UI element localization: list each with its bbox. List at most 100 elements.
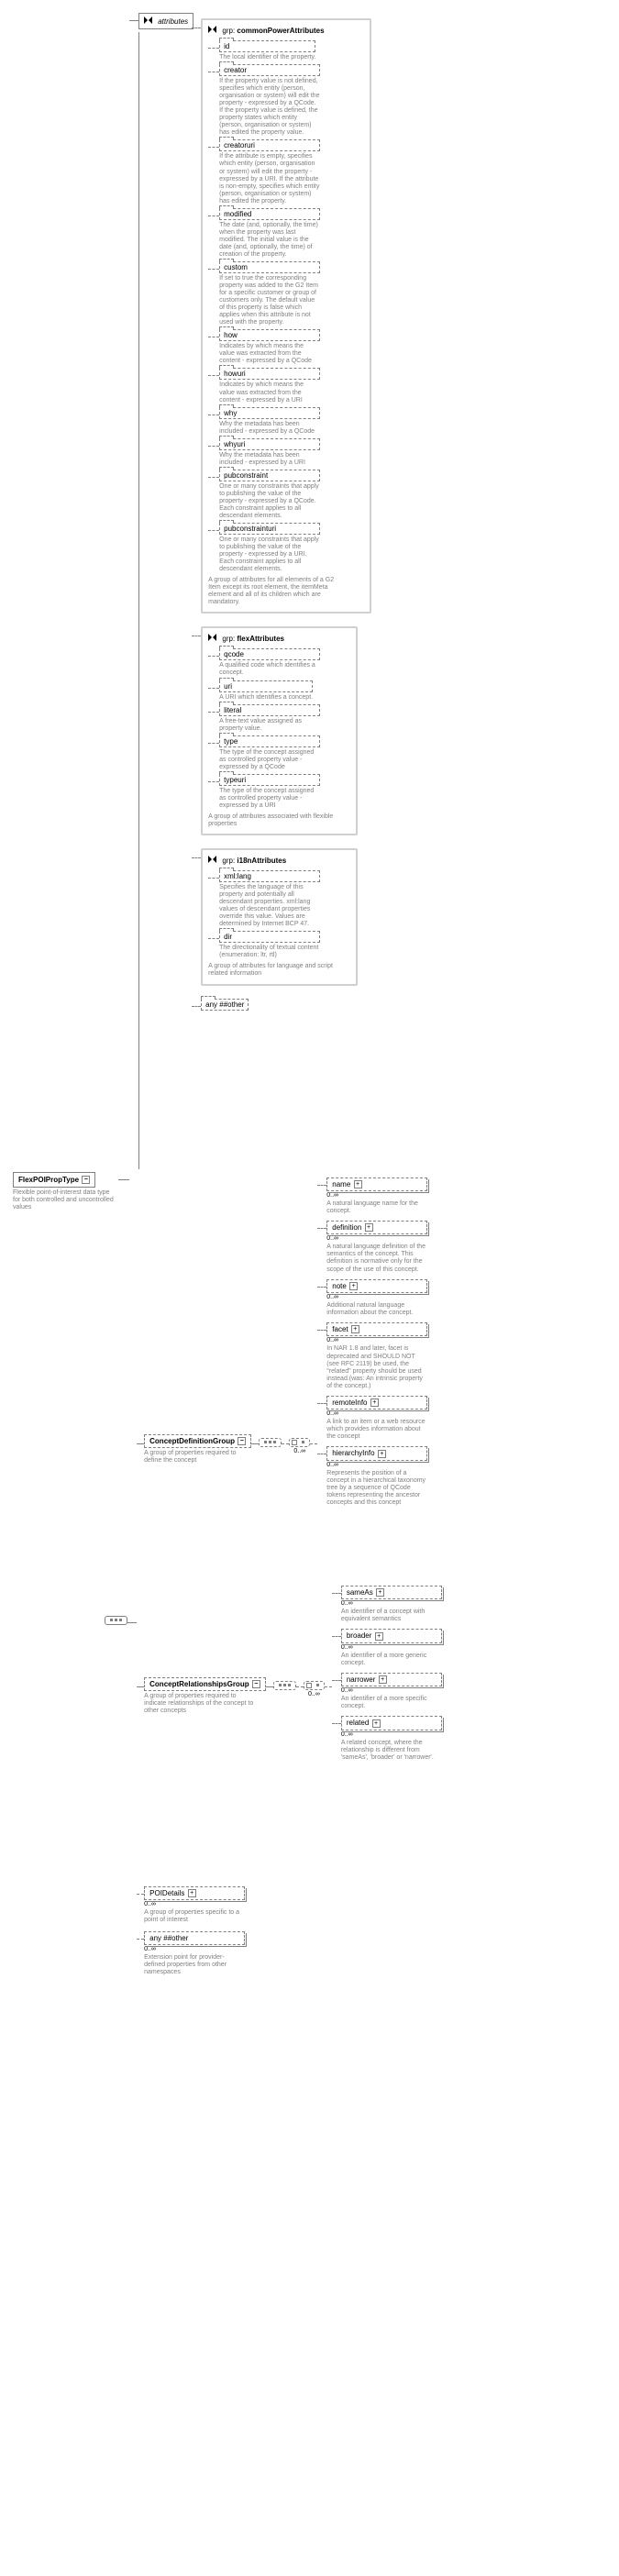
connector — [266, 1686, 273, 1687]
attribute-row: why Why the metadata has been included - … — [208, 407, 364, 436]
element-desc: Extension point for provider-defined pro… — [144, 1954, 245, 1976]
element-hierarchyInfo: hierarchyInfo + — [326, 1446, 427, 1460]
any-other-element: any ##other — [144, 1931, 245, 1945]
expand-icon[interactable]: + — [379, 1675, 387, 1684]
collapse-icon[interactable]: − — [238, 1437, 246, 1445]
attribute-desc: Indicates by which means the value was e… — [219, 343, 320, 365]
connector — [317, 1185, 326, 1186]
cardinality: 0..∞ — [326, 1410, 427, 1417]
expand-icon[interactable]: + — [376, 1588, 384, 1597]
connector — [118, 1179, 129, 1180]
connector — [208, 446, 219, 447]
attribute-creator: creator — [219, 64, 320, 76]
group-icon — [208, 634, 217, 641]
expand-icon[interactable]: + — [351, 1325, 359, 1333]
attribute-modified: modified — [219, 208, 320, 220]
grp-prefix: grp: — [222, 635, 235, 643]
element-remoteInfo: remoteInfo + — [326, 1396, 427, 1410]
root-type-label: FlexPOIPropType — [18, 1176, 79, 1184]
attribute-pubconstraint: pubconstraint — [219, 470, 320, 481]
attribute-row: how Indicates by which means the value wa… — [208, 329, 364, 365]
expand-icon[interactable]: + — [378, 1450, 386, 1458]
sequence-icon — [105, 1616, 127, 1625]
expand-icon[interactable]: + — [370, 1399, 379, 1407]
attributes-box: attributes — [138, 13, 193, 29]
group-i18nAttributes: grp: i18nAttributes xml:langSpecifies th… — [201, 848, 358, 985]
attribute-whyuri: whyuri — [219, 438, 320, 450]
group-flexAttributes: grp: flexAttributes qcodeA qualified cod… — [201, 626, 358, 835]
connector — [129, 20, 138, 21]
group-desc: A group of attributes for language and s… — [208, 963, 341, 978]
attribute-howuri: howuri — [219, 368, 320, 380]
connector — [208, 530, 219, 531]
attribute-desc: If the property value is not defined, sp… — [219, 78, 320, 137]
any-other-attr: any ##other — [201, 999, 249, 1011]
connector — [208, 48, 219, 49]
connector — [317, 1228, 326, 1229]
expand-icon[interactable]: + — [372, 1719, 381, 1728]
collapse-icon[interactable]: − — [82, 1176, 90, 1184]
cardinality: 0..∞ — [304, 1691, 325, 1697]
expand-icon[interactable]: + — [375, 1632, 383, 1641]
connector — [208, 269, 219, 270]
group-name: commonPowerAttributes — [237, 27, 324, 35]
attribute-row: pubconstrainturiOne or many constraints … — [208, 523, 364, 573]
attribute-desc: The type of the concept assigned as cont… — [219, 749, 320, 771]
root-desc: Flexible point-of-interest data type for… — [13, 1189, 118, 1211]
cardinality: 0..∞ — [341, 1644, 442, 1651]
connector — [208, 656, 219, 657]
expand-icon[interactable]: + — [188, 1889, 196, 1897]
attribute-row: idThe local identifier of the property. — [208, 40, 364, 61]
element-desc: An identifier of a more generic concept. — [341, 1653, 442, 1667]
cardinality: 0..∞ — [326, 1235, 427, 1242]
connector — [332, 1680, 341, 1681]
group-name: i18nAttributes — [237, 857, 286, 865]
cardinality: 0..∞ — [326, 1294, 427, 1300]
element-facet: facet + — [326, 1322, 427, 1336]
attribute-dir: dir — [219, 931, 320, 943]
attribute-row: typeuriThe type of the concept assigned … — [208, 774, 350, 810]
element-label: POIDetails — [149, 1889, 184, 1897]
connector — [282, 1443, 289, 1444]
cardinality: 0..∞ — [341, 1731, 442, 1738]
expand-icon[interactable]: + — [365, 1223, 373, 1232]
element-note: note + — [326, 1279, 427, 1293]
element-desc: Represents the position of a concept in … — [326, 1470, 427, 1507]
attribute-desc: Indicates by which means the value was e… — [219, 381, 320, 404]
attribute-desc: One or many constraints that apply to pu… — [219, 536, 320, 573]
connector — [332, 1723, 341, 1724]
connector — [208, 688, 219, 689]
connector — [317, 1403, 326, 1404]
attribute-desc: A free-text value assigned as property v… — [219, 718, 320, 733]
element-sameAs: sameAs + — [341, 1586, 442, 1599]
attribute-desc: One or many constraints that apply to pu… — [219, 483, 320, 520]
connector — [208, 938, 219, 939]
grp-prefix: grp: — [222, 27, 235, 35]
collapse-icon[interactable]: − — [252, 1680, 260, 1688]
choice-icon — [304, 1681, 325, 1690]
expand-icon[interactable]: + — [349, 1282, 358, 1290]
attribute-why: why — [219, 407, 320, 419]
cardinality: 0..∞ — [144, 1946, 245, 1952]
attribute-type: type — [219, 735, 320, 747]
poi-details: POIDetails + — [144, 1886, 245, 1900]
element-label: any ##other — [149, 1934, 188, 1942]
element-desc: An identifier of a more specific concept… — [341, 1696, 442, 1710]
attribute-uri: uri — [219, 680, 313, 692]
concept-relationships-group: ConceptRelationshipsGroup − — [144, 1677, 266, 1691]
connector — [127, 1622, 137, 1623]
attribute-desc: Why the metadata has been included - exp… — [219, 452, 320, 467]
connector — [137, 1894, 144, 1895]
connector — [208, 712, 219, 713]
sequence-icon — [259, 1438, 282, 1447]
attribute-how: how — [219, 329, 320, 341]
element-desc: A link to an item or a web resource whic… — [326, 1419, 427, 1441]
any-label: any ##other — [205, 1001, 244, 1009]
expand-icon[interactable]: + — [354, 1180, 362, 1188]
cardinality: 0..∞ — [144, 1901, 245, 1907]
attribute-desc: The directionality of textual content (e… — [219, 945, 320, 959]
attribute-row: xml:langSpecifies the language of this p… — [208, 870, 350, 928]
attribute-row: customIf set to true the corresponding p… — [208, 261, 364, 326]
attribute-desc: Why the metadata has been included - exp… — [219, 421, 320, 436]
attribute-xml:lang: xml:lang — [219, 870, 320, 882]
